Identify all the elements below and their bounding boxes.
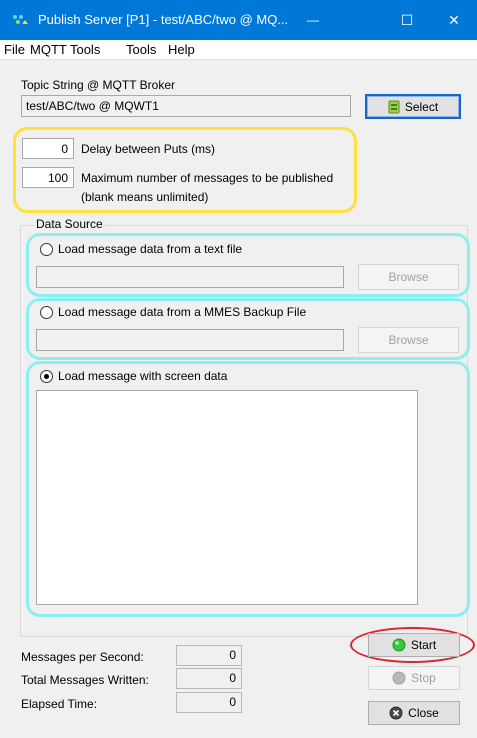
gray-circle-icon — [392, 671, 406, 685]
green-circle-icon — [392, 638, 406, 652]
screen-data-label[interactable]: Load message with screen data — [58, 369, 227, 383]
topic-string-field[interactable]: test/ABC/two @ MQWT1 — [21, 95, 351, 117]
select-icon — [388, 100, 400, 113]
menu-file[interactable]: File — [4, 42, 25, 57]
stop-button-label: Stop — [411, 671, 436, 685]
menu-mqtt-tools[interactable]: MQTT Tools — [30, 42, 100, 57]
backup-file-path-field[interactable] — [36, 329, 344, 351]
browse-backup-file-button[interactable]: Browse — [358, 327, 459, 353]
total-messages-label: Total Messages Written: — [21, 673, 149, 687]
publish-server-icon — [13, 15, 28, 24]
close-icon: ✕ — [448, 11, 460, 28]
backup-file-label[interactable]: Load message data from a MMES Backup Fil… — [58, 305, 306, 319]
delay-input[interactable]: 0 — [22, 138, 74, 159]
browse-label: Browse — [388, 270, 429, 284]
backup-file-radio[interactable] — [40, 306, 53, 319]
menu-help[interactable]: Help — [168, 42, 195, 57]
minimize-icon: — — [307, 13, 319, 27]
maximize-icon: ☐ — [400, 11, 414, 28]
browse-backup-label: Browse — [388, 333, 429, 347]
topic-label: Topic String @ MQTT Broker — [21, 78, 175, 92]
max-messages-label: Maximum number of messages to be publish… — [81, 171, 334, 185]
total-messages-value: 0 — [176, 668, 242, 689]
start-button-label: Start — [410, 638, 437, 652]
delay-label: Delay between Puts (ms) — [81, 142, 216, 156]
window-title: Publish Server [P1] - test/ABC/two @ MQ.… — [38, 12, 289, 27]
max-messages-hint: (blank means unlimited) — [81, 190, 209, 204]
data-source-legend: Data Source — [34, 217, 105, 231]
elapsed-time-label: Elapsed Time: — [21, 697, 98, 711]
text-file-path-field[interactable] — [36, 266, 344, 288]
minimize-button[interactable]: — — [290, 0, 336, 40]
start-button[interactable]: Start — [368, 633, 460, 657]
max-messages-input[interactable]: 100 — [22, 167, 74, 188]
text-file-label[interactable]: Load message data from a text file — [58, 242, 242, 256]
maximize-button[interactable]: ☐ — [384, 0, 430, 40]
menu-tools[interactable]: Tools — [126, 42, 156, 57]
screen-data-radio[interactable] — [40, 370, 53, 383]
select-button-label: Select — [404, 99, 439, 114]
close-button-label: Close — [408, 706, 439, 720]
screen-data-textarea[interactable] — [36, 390, 418, 605]
elapsed-time-value: 0 — [176, 692, 242, 713]
close-button[interactable]: Close — [368, 701, 460, 725]
select-button[interactable]: Select — [365, 94, 461, 119]
messages-per-second-label: Messages per Second: — [21, 650, 144, 664]
stop-button[interactable]: Stop — [368, 666, 460, 690]
messages-per-second-value: 0 — [176, 645, 242, 666]
close-window-button[interactable]: ✕ — [431, 0, 477, 40]
close-circle-icon — [389, 706, 403, 720]
text-file-radio[interactable] — [40, 243, 53, 256]
browse-text-file-button[interactable]: Browse — [358, 264, 459, 290]
